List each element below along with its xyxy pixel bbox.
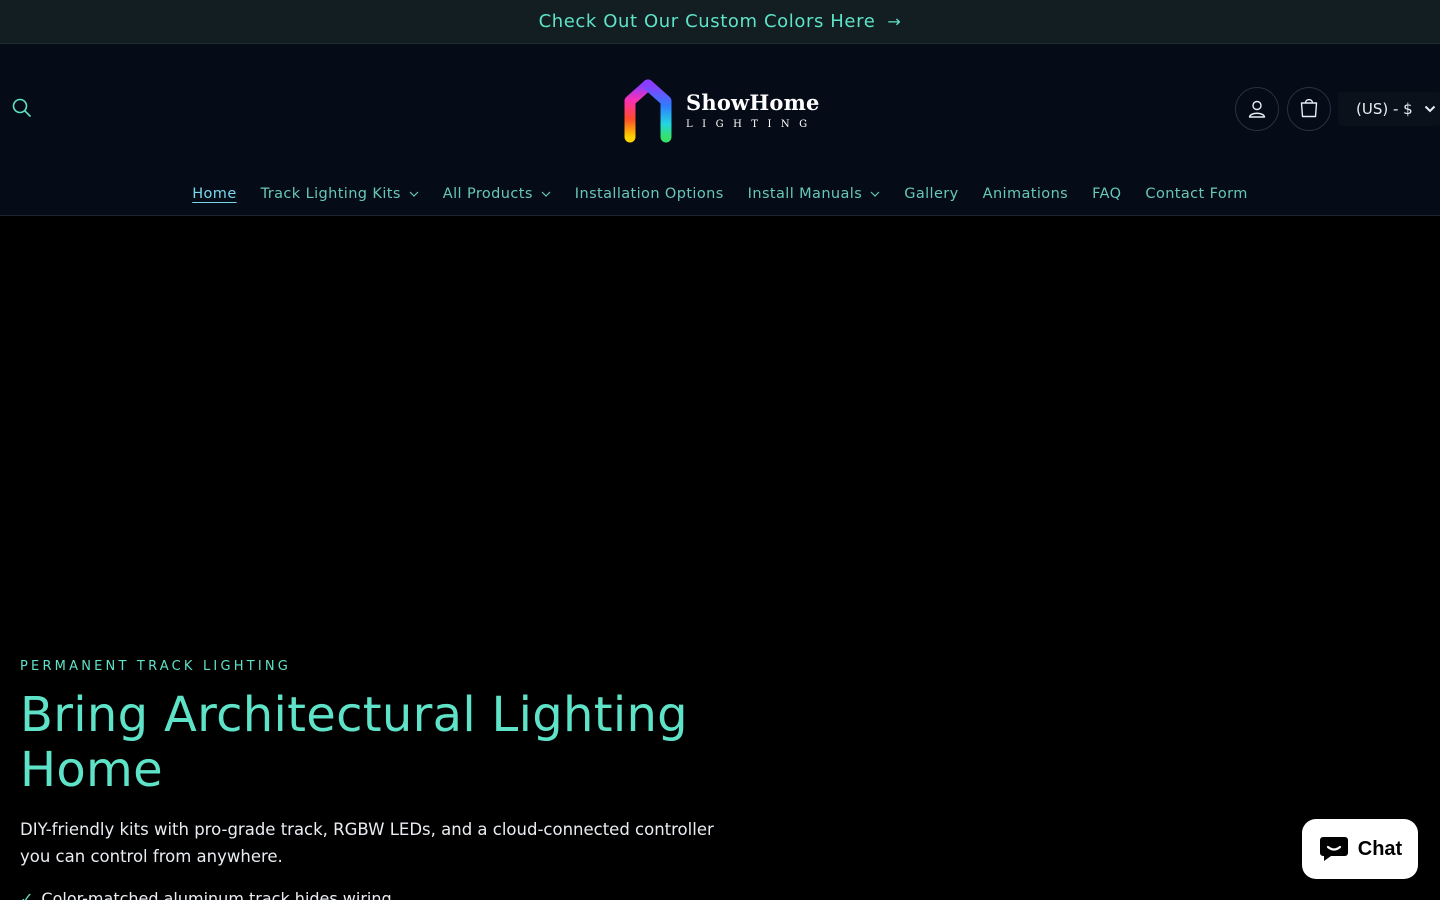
nav-item-label: Contact Form [1145, 186, 1248, 202]
nav-item-home[interactable]: Home [180, 186, 248, 202]
chevron-down-icon [870, 191, 880, 197]
site-header: ShowHome LIGHTING (US) - $ Home Track Li… [0, 44, 1440, 216]
nav-item-label: All Products [442, 186, 533, 202]
chevron-down-icon [541, 191, 551, 197]
search-button[interactable] [8, 94, 36, 122]
nav-item-label: Animations [982, 186, 1069, 202]
main-navigation: Home Track Lighting Kits All Products In… [0, 182, 1440, 206]
chevron-down-icon [409, 191, 419, 197]
chat-button[interactable]: Chat [1302, 819, 1418, 879]
shopping-bag-icon [1300, 99, 1318, 118]
nav-item-all-products[interactable]: All Products [431, 186, 563, 202]
announcement-link[interactable]: Check Out Our Custom Colors Here → [539, 11, 902, 32]
logo-subtitle: LIGHTING [686, 118, 817, 130]
announcement-text: Check Out Our Custom Colors Here [538, 11, 876, 32]
site-logo[interactable]: ShowHome LIGHTING [620, 78, 820, 144]
nav-item-label: Gallery [904, 186, 959, 202]
chat-label: Chat [1357, 837, 1403, 860]
cart-button[interactable] [1287, 87, 1331, 131]
hero-eyebrow: PERMANENT TRACK LIGHTING [20, 659, 292, 674]
logo-name: ShowHome [686, 89, 820, 115]
account-button[interactable] [1235, 87, 1279, 131]
nav-item-gallery[interactable]: Gallery [892, 186, 970, 202]
nav-item-label: FAQ [1092, 186, 1122, 202]
house-logo-icon [624, 79, 672, 143]
user-icon [1248, 100, 1266, 118]
nav-item-faq[interactable]: FAQ [1080, 186, 1133, 202]
nav-item-install-manuals[interactable]: Install Manuals [736, 186, 893, 202]
nav-item-track-lighting-kits[interactable]: Track Lighting Kits [249, 186, 431, 202]
nav-item-label: Install Manuals [747, 186, 863, 202]
hero-bullet: ✓ Color-matched aluminum track hides wir… [20, 888, 392, 900]
chevron-down-icon [1424, 105, 1436, 113]
hero-bullet-text: Color-matched aluminum track hides wirin… [41, 889, 392, 900]
nav-item-label: Installation Options [574, 186, 724, 202]
nav-item-label: Home [192, 186, 237, 202]
search-icon [12, 98, 31, 117]
nav-item-label: Track Lighting Kits [260, 186, 401, 202]
checkmark-icon: ✓ [20, 889, 34, 900]
currency-selector[interactable]: (US) - $ [1338, 92, 1440, 126]
currency-label: (US) - $ [1356, 100, 1413, 118]
nav-item-installation-options[interactable]: Installation Options [563, 186, 736, 202]
nav-item-contact-form[interactable]: Contact Form [1133, 186, 1259, 202]
hero-title: Bring Architectural Lighting Home [20, 687, 688, 798]
chat-bubble-icon [1319, 837, 1348, 861]
hero-banner: PERMANENT TRACK LIGHTING Bring Architect… [0, 216, 1440, 900]
nav-item-animations[interactable]: Animations [971, 186, 1080, 202]
announcement-bar: Check Out Our Custom Colors Here → [0, 0, 1440, 44]
hero-description: DIY-friendly kits with pro-grade track, … [20, 820, 714, 866]
arrow-right-icon: → [887, 12, 902, 31]
